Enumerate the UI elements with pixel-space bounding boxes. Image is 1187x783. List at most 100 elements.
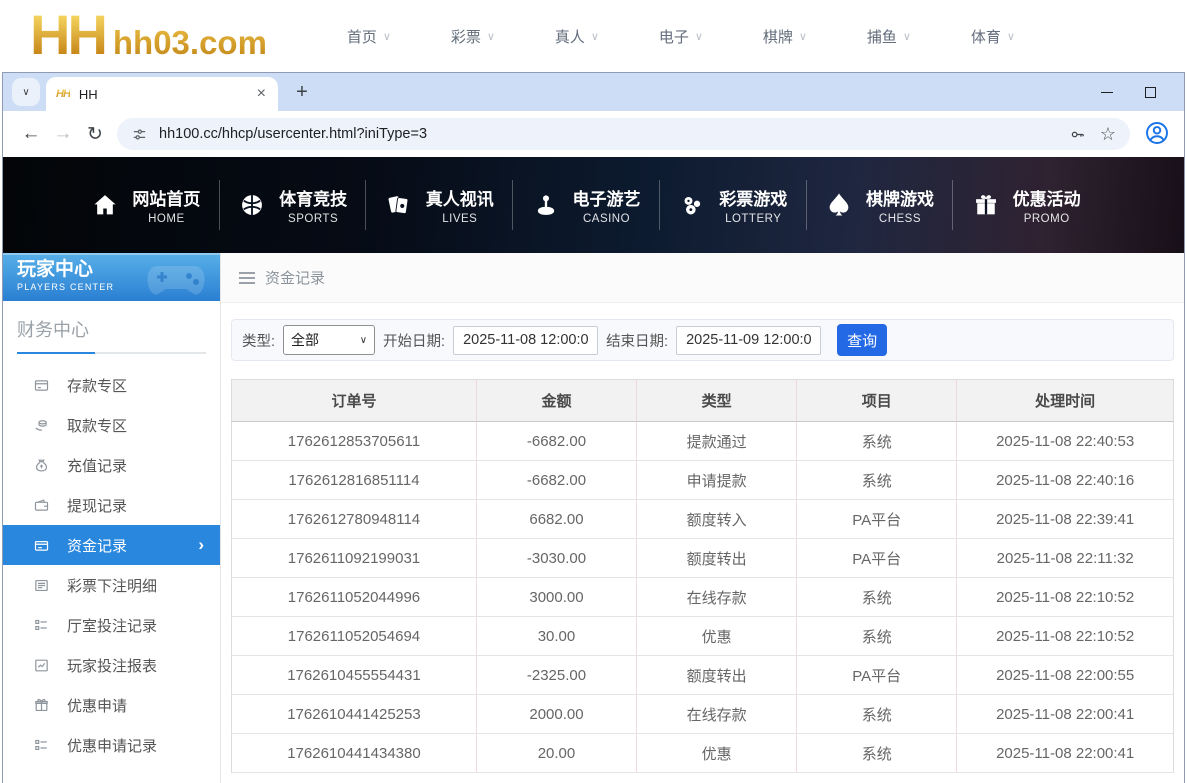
window-minimize-button[interactable] [1101,92,1113,93]
logo-hh-icon: HH [30,11,105,59]
tab-close-icon[interactable]: × [255,85,268,103]
cell-order_no: 1762611052044996 [232,578,477,617]
top-nav-label: 彩票 [451,26,481,47]
start-date-input[interactable] [453,326,598,355]
sidebar-item[interactable]: 优惠申请 [3,685,220,725]
forward-button[interactable]: → [47,118,79,150]
sidebar: 玩家中心 PLAYERS CENTER 财务中心 存款专区 [3,253,221,783]
table-row: 176261105205469430.00优惠系统2025-11-08 22:1… [232,617,1174,656]
players-center-header: 玩家中心 PLAYERS CENTER [3,253,220,301]
end-date-input[interactable] [676,326,821,355]
address-bar[interactable]: hh100.cc/hhcp/usercenter.html?iniType=3 … [117,118,1130,150]
cell-order_no: 1762610441425253 [232,695,477,734]
lottery-detail-icon [33,577,50,594]
cell-amount: 30.00 [476,617,636,656]
top-nav-label: 捕鱼 [867,26,897,47]
cell-time: 2025-11-08 22:10:52 [957,617,1174,656]
nav-label-zh: 网站首页 [132,185,200,210]
top-nav-item[interactable]: 首页 ∨ [317,26,421,47]
cards-icon [385,191,413,219]
bookmark-star-icon[interactable]: ☆ [1100,124,1116,145]
sidebar-item-label: 存款专区 [67,375,127,396]
cell-amount: -2325.00 [476,656,636,695]
main-nav-item[interactable]: 真人视讯 LIVES [366,180,513,230]
type-select[interactable]: 全部 ∨ [283,325,375,355]
menu-hamburger-icon[interactable] [239,272,255,284]
content-row: 玩家中心 PLAYERS CENTER 财务中心 存款专区 [3,253,1184,783]
nav-label-en: CASINO [573,213,641,225]
site-logo[interactable]: HH hh03.com [30,11,267,62]
tab-title: HH [79,87,255,102]
search-button[interactable]: 查询 [837,324,887,356]
top-nav-item[interactable]: 电子 ∨ [629,26,733,47]
sidebar-item-label: 彩票下注明细 [67,575,157,596]
chevron-down-icon: ∨ [799,30,807,43]
sidebar-item[interactable]: 存款专区 [3,365,220,405]
site-info-icon[interactable] [131,126,148,143]
main-nav-item[interactable]: 彩票游戏 LOTTERY [660,180,807,230]
sidebar-item[interactable]: 资金记录 › [3,525,220,565]
cell-amount: 20.00 [476,734,636,773]
window-maximize-button[interactable] [1145,87,1156,98]
sidebar-item[interactable]: 取款专区 [3,405,220,445]
sidebar-item[interactable]: 玩家投注报表 [3,645,220,685]
top-nav-item[interactable]: 棋牌 ∨ [733,26,837,47]
cell-time: 2025-11-08 22:39:41 [957,500,1174,539]
top-nav-item[interactable]: 体育 ∨ [941,26,1045,47]
cell-time: 2025-11-08 22:00:41 [957,695,1174,734]
chevron-right-icon: › [198,535,204,555]
tab-search-button[interactable]: ∨ [12,78,40,106]
cell-project: 系统 [797,422,957,461]
cell-type: 在线存款 [637,578,797,617]
table-row: 1762610455554431-2325.00额度转出PA平台2025-11-… [232,656,1174,695]
main-nav-item[interactable]: 优惠活动 PROMO [953,180,1099,230]
table-row: 17626110520449963000.00在线存款系统2025-11-08 … [232,578,1174,617]
main-nav-item[interactable]: 电子游艺 CASINO [513,180,660,230]
cell-order_no: 1762610455554431 [232,656,477,695]
cell-order_no: 1762610441434380 [232,734,477,773]
sidebar-item[interactable]: 彩票下注明细 [3,565,220,605]
cell-order_no: 1762611092199031 [232,539,477,578]
cell-amount: 2000.00 [476,695,636,734]
gamepad-icon [144,260,208,300]
nav-label-zh: 彩票游戏 [719,185,787,210]
cell-order_no: 1762612780948114 [232,500,477,539]
start-date-label: 开始日期: [383,330,445,351]
sports-ball-icon [238,191,266,219]
sidebar-item[interactable]: 充值记录 [3,445,220,485]
promo-record-icon [33,737,50,754]
browser-toolbar: ← → ↻ hh100.cc/hhcp/usercenter.html?iniT… [3,111,1184,157]
sidebar-item-label: 厅室投注记录 [67,615,157,636]
url-text[interactable]: hh100.cc/hhcp/usercenter.html?iniType=3 [159,126,1055,142]
cell-amount: -6682.00 [476,461,636,500]
cell-project: 系统 [797,695,957,734]
sidebar-item[interactable]: 提现记录 [3,485,220,525]
cell-project: PA平台 [797,500,957,539]
main-nav-item[interactable]: 棋牌游戏 CHESS [807,180,954,230]
cell-project: PA平台 [797,656,957,695]
nav-label-en: HOME [132,213,200,225]
profile-icon[interactable] [1144,120,1172,148]
reload-button[interactable]: ↻ [79,118,111,150]
sidebar-item[interactable]: 优惠申请记录 [3,725,220,765]
withdraw-record-icon [33,497,50,514]
top-nav-item[interactable]: 真人 ∨ [525,26,629,47]
top-nav-item[interactable]: 捕鱼 ∨ [837,26,941,47]
type-select-value: 全部 [291,330,319,350]
main-nav-item[interactable]: 网站首页 HOME [73,180,220,230]
browser-window: ∨ HH HH × + ← → ↻ hh100.cc/hhcp/usercent… [2,72,1185,783]
column-header: 处理时间 [957,380,1174,422]
browser-tab[interactable]: HH HH × [46,77,278,111]
cell-amount: -3030.00 [476,539,636,578]
cell-project: PA平台 [797,539,957,578]
new-tab-button[interactable]: + [288,78,316,106]
chevron-down-icon: ∨ [487,30,495,43]
funds-table-wrap: 订单号金额类型项目处理时间 1762612853705611-6682.00提款… [231,379,1174,783]
top-nav-item[interactable]: 彩票 ∨ [421,26,525,47]
password-key-icon[interactable] [1069,126,1086,143]
hall-bet-record-icon [33,617,50,634]
main-nav-item[interactable]: 体育竞技 SPORTS [220,180,367,230]
table-row: 17626104414252532000.00在线存款系统2025-11-08 … [232,695,1174,734]
back-button[interactable]: ← [15,118,47,150]
sidebar-item[interactable]: 厅室投注记录 [3,605,220,645]
